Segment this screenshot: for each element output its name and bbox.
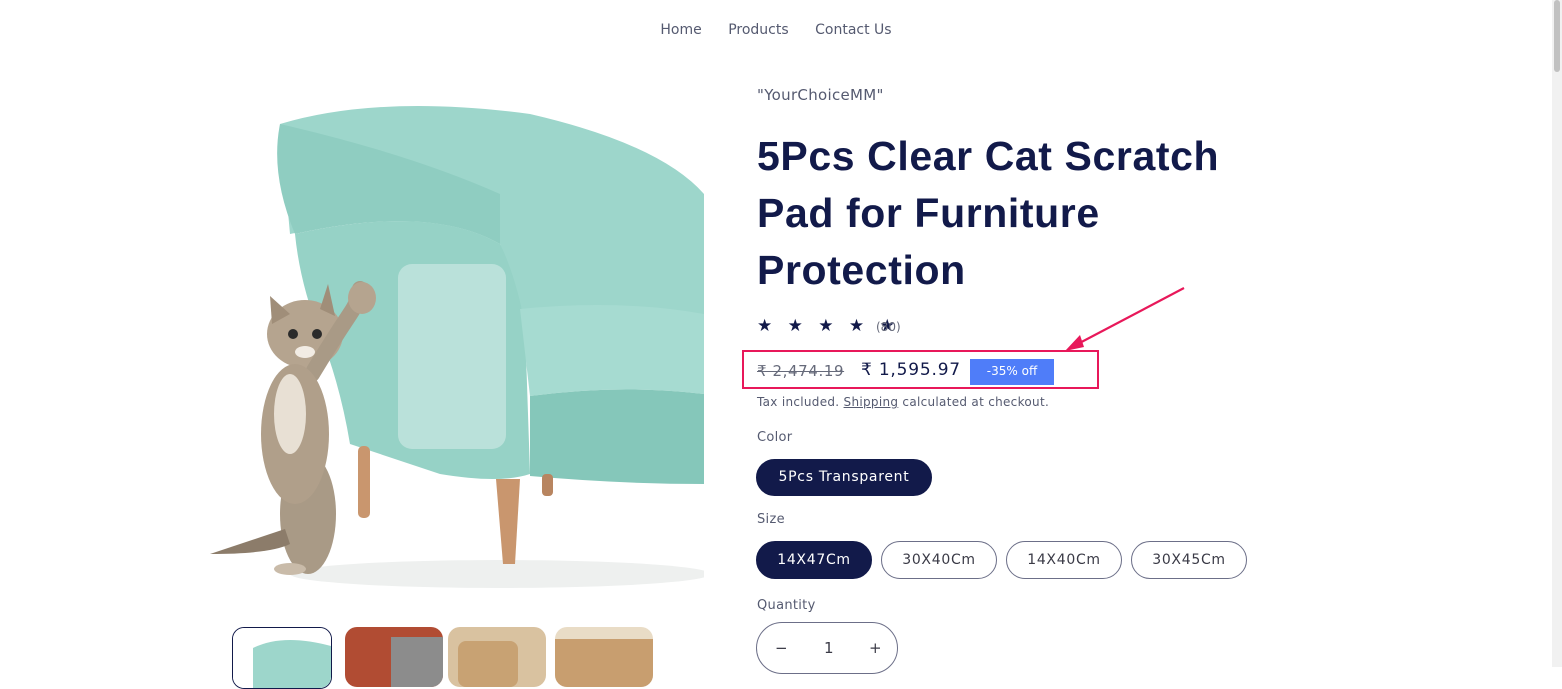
thumbnail-3[interactable]: [448, 627, 546, 687]
quantity-label: Quantity: [757, 598, 816, 613]
size-option-14x47[interactable]: 14X47Cm: [756, 541, 872, 579]
color-label: Color: [757, 430, 793, 445]
thumbnail-1[interactable]: [232, 627, 332, 689]
size-option-14x40[interactable]: 14X40Cm: [1006, 541, 1122, 579]
nav-contact-link[interactable]: Contact Us: [815, 22, 891, 38]
size-option-30x40[interactable]: 30X40Cm: [881, 541, 997, 579]
shipping-link[interactable]: Shipping: [844, 395, 899, 409]
thumbnail-4[interactable]: [555, 627, 653, 687]
scrollbar-thumb[interactable]: [1554, 0, 1560, 72]
quantity-stepper: − 1 +: [756, 622, 898, 674]
arrow-annotation-icon: [1065, 287, 1185, 351]
nav-home-link[interactable]: Home: [660, 22, 701, 38]
tax-note-prefix: Tax included.: [757, 395, 840, 409]
quantity-input[interactable]: 1: [824, 639, 834, 657]
product-title: 5Pcs Clear Cat Scratch Pad for Furniture…: [757, 133, 1220, 293]
nav-products-link[interactable]: Products: [728, 22, 788, 38]
tax-note-suffix: calculated at checkout.: [902, 395, 1050, 409]
product-main-image[interactable]: [200, 84, 704, 594]
minus-icon[interactable]: −: [775, 639, 788, 657]
tax-note: Tax included. Shipping calculated at che…: [757, 395, 1049, 409]
plus-icon[interactable]: +: [869, 639, 882, 657]
page-scrollbar[interactable]: [1552, 0, 1562, 667]
thumbnail-2[interactable]: [345, 627, 443, 687]
size-label: Size: [757, 512, 785, 527]
product-vendor: "YourChoiceMM": [757, 86, 884, 104]
main-nav: Home Products Contact Us: [0, 22, 1552, 38]
compare-at-price: ₹ 2,474.19: [757, 362, 845, 380]
current-price: ₹ 1,595.97: [861, 360, 961, 380]
color-option-5pcs-transparent[interactable]: 5Pcs Transparent: [756, 459, 932, 496]
sale-badge: -35% off: [970, 359, 1054, 385]
rating-count[interactable]: (80): [876, 320, 901, 334]
size-option-30x45[interactable]: 30X45Cm: [1131, 541, 1247, 579]
